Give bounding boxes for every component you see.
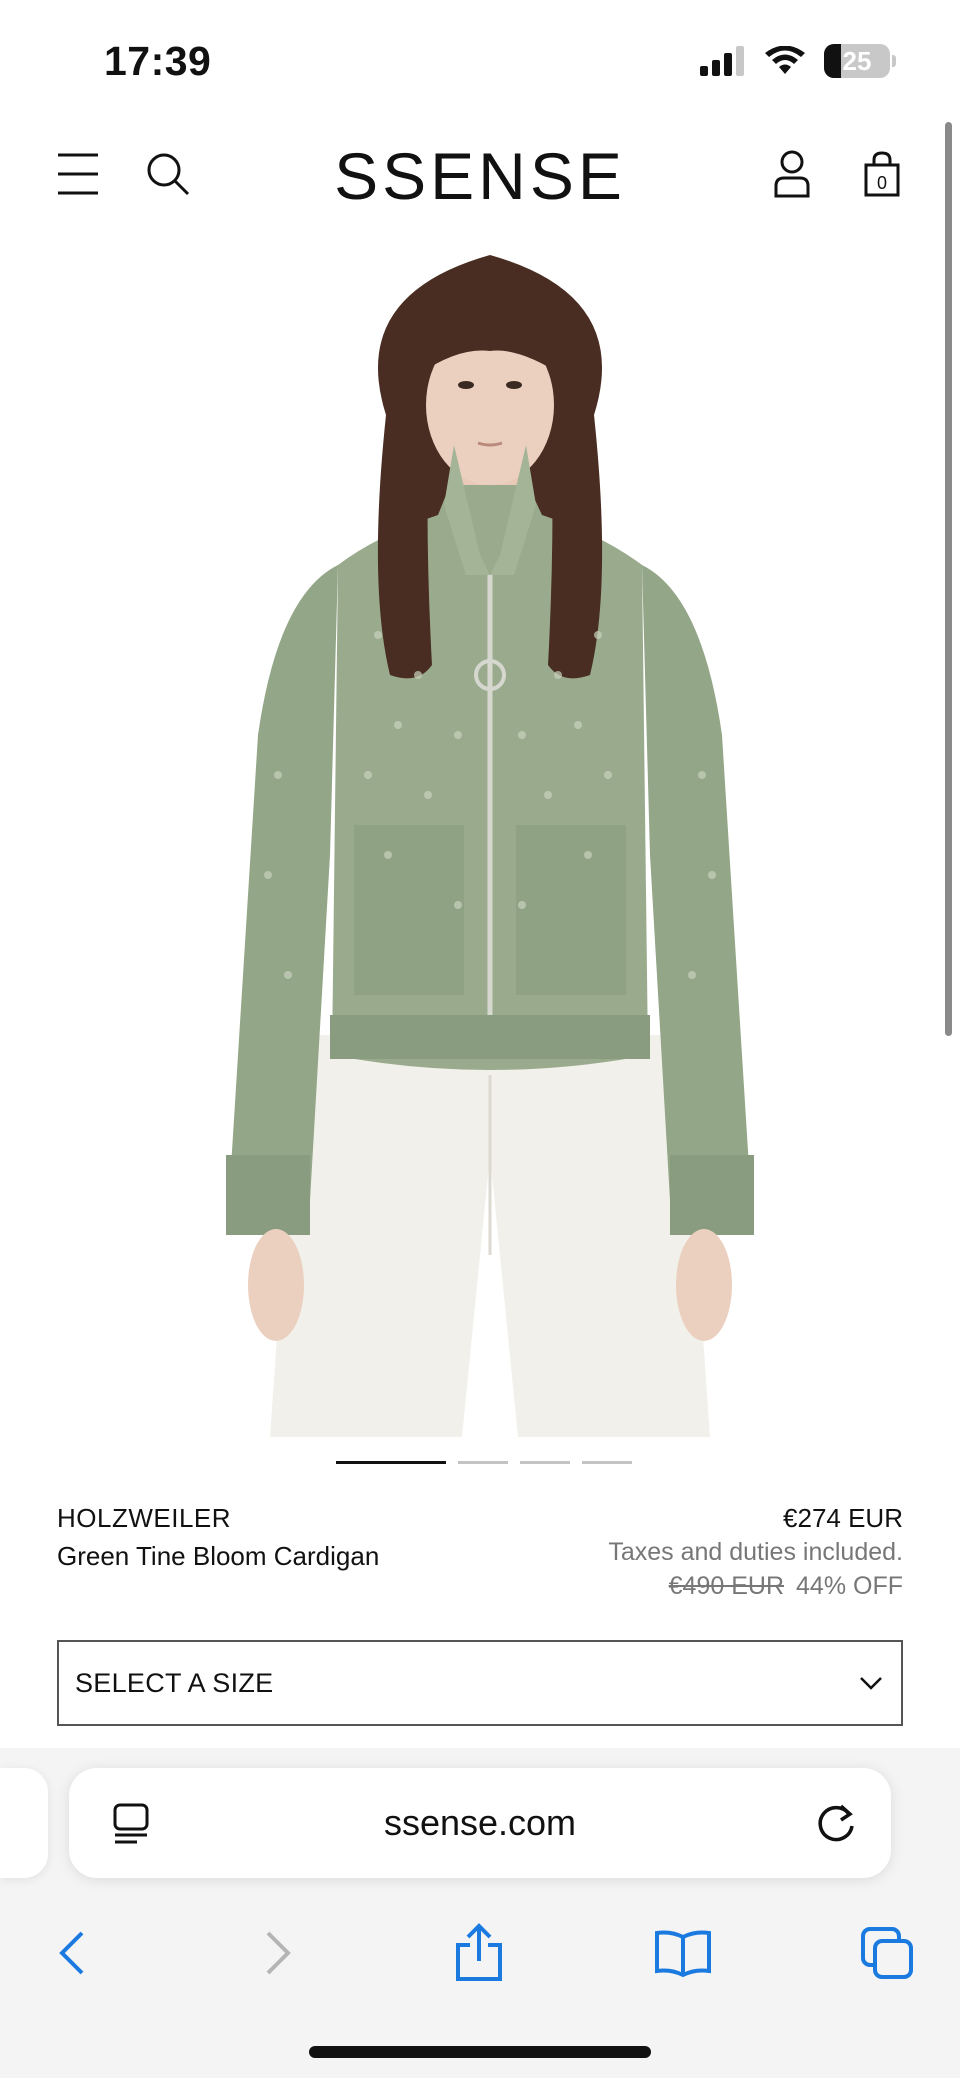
chevron-down-icon: [860, 1677, 882, 1690]
carousel-dot-3[interactable]: [520, 1461, 570, 1464]
url-text[interactable]: ssense.com: [69, 1802, 891, 1844]
right-cuff: [670, 1155, 754, 1235]
status-bar: 17:39 25: [0, 0, 960, 110]
status-icons: 25: [700, 44, 896, 78]
product-brand[interactable]: HOLZWEILER: [57, 1503, 231, 1534]
home-indicator[interactable]: [309, 2046, 651, 2058]
original-price: €490 EUR: [668, 1572, 785, 1600]
site-header: SSENSE 0: [0, 130, 960, 220]
tax-note: Taxes and duties included.: [608, 1538, 903, 1566]
carousel-dot-2[interactable]: [458, 1461, 508, 1464]
battery-cap: [892, 55, 896, 67]
right-pocket: [516, 825, 626, 995]
hair-front-left: [377, 415, 432, 679]
size-select[interactable]: SELECT A SIZE: [57, 1640, 903, 1726]
browser-chrome: ssense.com: [0, 1748, 960, 2078]
price-row: €490 EUR 44% OFF: [669, 1572, 903, 1601]
carousel-dot-1[interactable]: [336, 1461, 446, 1464]
signal-icon: [700, 46, 744, 76]
left-pocket: [354, 825, 464, 995]
hair-front-right: [548, 415, 603, 679]
hem: [330, 1015, 650, 1059]
browser-toolbar: [0, 1908, 960, 1998]
right-eye: [506, 381, 522, 389]
product-image[interactable]: [218, 255, 762, 1437]
left-hand: [248, 1229, 304, 1341]
scrollbar[interactable]: [945, 122, 952, 1036]
tabs-icon[interactable]: [852, 1918, 922, 1988]
reload-icon[interactable]: [811, 1798, 861, 1848]
discount-badge: 44% OFF: [796, 1572, 903, 1600]
left-eye: [458, 381, 474, 389]
previous-tab-preview[interactable]: [0, 1768, 48, 1878]
share-icon[interactable]: [444, 1918, 514, 1988]
product-price: €274 EUR: [783, 1503, 903, 1533]
wifi-icon: [765, 46, 805, 74]
battery-level: 25: [842, 45, 872, 76]
product-name: Green Tine Bloom Cardigan: [57, 1541, 380, 1571]
account-icon[interactable]: [762, 144, 822, 204]
cart-count: 0: [877, 173, 887, 193]
carousel-dot-4[interactable]: [582, 1461, 632, 1464]
bookmarks-icon[interactable]: [648, 1918, 718, 1988]
size-select-label: SELECT A SIZE: [75, 1667, 274, 1698]
battery-icon: 25: [824, 44, 890, 78]
right-hand: [676, 1229, 732, 1341]
back-icon[interactable]: [36, 1918, 106, 1988]
image-carousel-dots[interactable]: [336, 1461, 632, 1464]
address-bar[interactable]: ssense.com: [69, 1768, 891, 1878]
forward-icon[interactable]: [244, 1918, 314, 1988]
left-cuff: [226, 1155, 310, 1235]
status-time: 17:39: [104, 38, 212, 84]
bag-icon[interactable]: 0: [852, 144, 912, 204]
